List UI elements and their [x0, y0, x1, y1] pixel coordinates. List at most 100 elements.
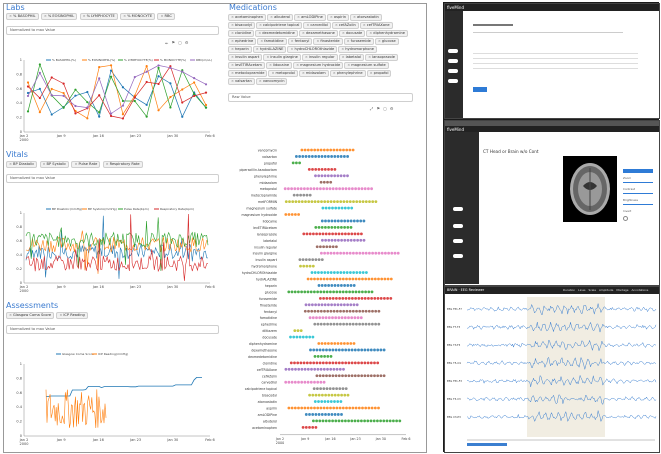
- close-icon[interactable]: ×: [342, 31, 345, 35]
- close-icon[interactable]: ×: [368, 55, 371, 59]
- close-icon[interactable]: ×: [353, 15, 356, 19]
- close-icon[interactable]: ×: [302, 71, 305, 75]
- close-icon[interactable]: ×: [231, 15, 234, 19]
- close-icon[interactable]: ×: [59, 313, 62, 317]
- toggle[interactable]: [448, 59, 458, 63]
- medication-tag[interactable]: ×magnesium hydroxide: [293, 62, 344, 69]
- close-icon[interactable]: ×: [330, 15, 333, 19]
- close-icon[interactable]: ×: [363, 23, 366, 27]
- close-icon[interactable]: ×: [256, 47, 259, 51]
- close-icon[interactable]: ×: [123, 14, 126, 18]
- close-icon[interactable]: ×: [302, 31, 305, 35]
- medication-tag[interactable]: ×metoclopramide: [228, 70, 268, 77]
- close-icon[interactable]: ×: [74, 162, 77, 166]
- assessment-tag[interactable]: ×Glasgow Coma Score: [6, 312, 55, 319]
- medication-tag[interactable]: ×insulin glargine: [263, 54, 301, 61]
- medication-tag[interactable]: ×insulin aspart: [228, 54, 263, 61]
- primary-button[interactable]: [473, 87, 487, 92]
- lab-tag[interactable]: ×% MONOCYTE: [120, 13, 156, 20]
- assessment-tag[interactable]: ×ICP Reading: [56, 312, 88, 319]
- close-icon[interactable]: ×: [258, 31, 261, 35]
- close-icon[interactable]: ×: [44, 14, 47, 18]
- medication-tag[interactable]: ×hydrALAZINE: [252, 46, 287, 53]
- medication-tag[interactable]: ×dexmedetomidine: [255, 30, 298, 37]
- close-icon[interactable]: ×: [259, 79, 262, 83]
- medication-tag[interactable]: ×propofol: [366, 70, 392, 77]
- medication-tag[interactable]: ×cefTRIAXone: [359, 22, 393, 29]
- close-icon[interactable]: ×: [333, 71, 336, 75]
- close-icon[interactable]: ×: [269, 63, 272, 67]
- medication-tag[interactable]: ×glucose: [374, 38, 399, 45]
- close-icon[interactable]: ×: [378, 39, 381, 43]
- medication-tag[interactable]: ×clonidine: [228, 30, 255, 37]
- vitals-normalize-select[interactable]: Normalized to max Value: [6, 174, 219, 183]
- eeg-tab[interactable]: Montage: [616, 288, 628, 292]
- close-icon[interactable]: ×: [231, 55, 234, 59]
- medication-tag[interactable]: ×acetaminophen: [228, 14, 267, 21]
- medication-tag[interactable]: ×cefAZolin: [331, 22, 359, 29]
- medication-tag[interactable]: ×midazolam: [298, 70, 329, 77]
- medications-raw-select[interactable]: Raw Value: [228, 93, 413, 102]
- eeg-tab[interactable]: Scale: [588, 288, 596, 292]
- medication-tag[interactable]: ×magnesium sulfate: [344, 62, 389, 69]
- medication-tag[interactable]: ×calcipotriene topical: [255, 22, 303, 29]
- close-icon[interactable]: ×: [231, 63, 234, 67]
- brightness-slider[interactable]: [623, 204, 653, 205]
- medication-tag[interactable]: ×aspirin: [326, 14, 349, 21]
- close-icon[interactable]: ×: [43, 162, 46, 166]
- zoom-slider[interactable]: [623, 182, 653, 183]
- eeg-tab[interactable]: Lines: [578, 288, 585, 292]
- medication-tag[interactable]: ×diphenhydramine: [366, 30, 408, 37]
- close-icon[interactable]: ×: [266, 55, 269, 59]
- vital-tag[interactable]: ×BP Diastolic: [6, 161, 38, 168]
- close-icon[interactable]: ×: [370, 71, 373, 75]
- medication-tag[interactable]: ×albuterol: [267, 14, 294, 21]
- close-icon[interactable]: ×: [231, 71, 234, 75]
- lab-tag[interactable]: ×% BASOPHIL: [6, 13, 39, 20]
- close-icon[interactable]: ×: [160, 14, 163, 18]
- medication-tag[interactable]: ×amLODIPine: [294, 14, 326, 21]
- close-icon[interactable]: ×: [316, 39, 319, 43]
- close-icon[interactable]: ×: [305, 55, 308, 59]
- invert-radio[interactable]: [623, 216, 628, 221]
- close-icon[interactable]: ×: [231, 39, 234, 43]
- medication-tag[interactable]: ×lidocaine: [265, 62, 293, 69]
- close-icon[interactable]: ×: [296, 63, 299, 67]
- medication-tag[interactable]: ×metoprolol: [268, 70, 298, 77]
- close-icon[interactable]: ×: [83, 14, 86, 18]
- medication-tag[interactable]: ×finasteride: [313, 38, 343, 45]
- close-icon[interactable]: ×: [9, 313, 12, 317]
- contrast-slider[interactable]: [623, 193, 653, 194]
- labs-normalize-select[interactable]: Normalized to max Value: [6, 26, 219, 35]
- medication-tag[interactable]: ×furosemide: [343, 38, 374, 45]
- toggle[interactable]: [448, 49, 458, 53]
- medication-tag[interactable]: ×famotidine: [257, 38, 287, 45]
- medication-tag[interactable]: ×labetalol: [338, 54, 365, 61]
- lab-tag[interactable]: ×RBC: [157, 13, 175, 20]
- eeg-tab[interactable]: Amplitude: [599, 288, 613, 292]
- close-icon[interactable]: ×: [369, 31, 372, 35]
- close-icon[interactable]: ×: [259, 23, 262, 27]
- medication-tag[interactable]: ×dexamethasone: [298, 30, 338, 37]
- lab-tag[interactable]: ×% LYMPHOCYTE: [79, 13, 118, 20]
- close-icon[interactable]: ×: [347, 63, 350, 67]
- labs-chart-toolbar[interactable]: ⤠ ⚑ ◻ ⚙: [165, 40, 190, 45]
- medication-tag[interactable]: ×valsartan: [228, 78, 255, 85]
- medication-tag[interactable]: ×docusate: [338, 30, 366, 37]
- assessments-normalize-select[interactable]: Normalized to max Value: [6, 325, 219, 334]
- close-icon[interactable]: ×: [335, 23, 338, 27]
- close-icon[interactable]: ×: [297, 15, 300, 19]
- close-icon[interactable]: ×: [291, 39, 294, 43]
- medication-tag[interactable]: ×levETIRAcetam: [228, 62, 265, 69]
- medication-tag[interactable]: ×hydromorphone: [338, 46, 377, 53]
- close-icon[interactable]: ×: [341, 47, 344, 51]
- toggle[interactable]: [448, 69, 458, 73]
- close-icon[interactable]: ×: [231, 47, 234, 51]
- eeg-tab[interactable]: Duration: [563, 288, 575, 292]
- medication-tag[interactable]: ×lansoprazole: [365, 54, 398, 61]
- close-icon[interactable]: ×: [9, 162, 12, 166]
- medication-tag[interactable]: ×insulin regular: [301, 54, 338, 61]
- medication-tag[interactable]: ×bisacodyl: [228, 22, 255, 29]
- viewer-button[interactable]: [623, 169, 653, 173]
- vital-tag[interactable]: ×Respiratory Rate: [102, 161, 143, 168]
